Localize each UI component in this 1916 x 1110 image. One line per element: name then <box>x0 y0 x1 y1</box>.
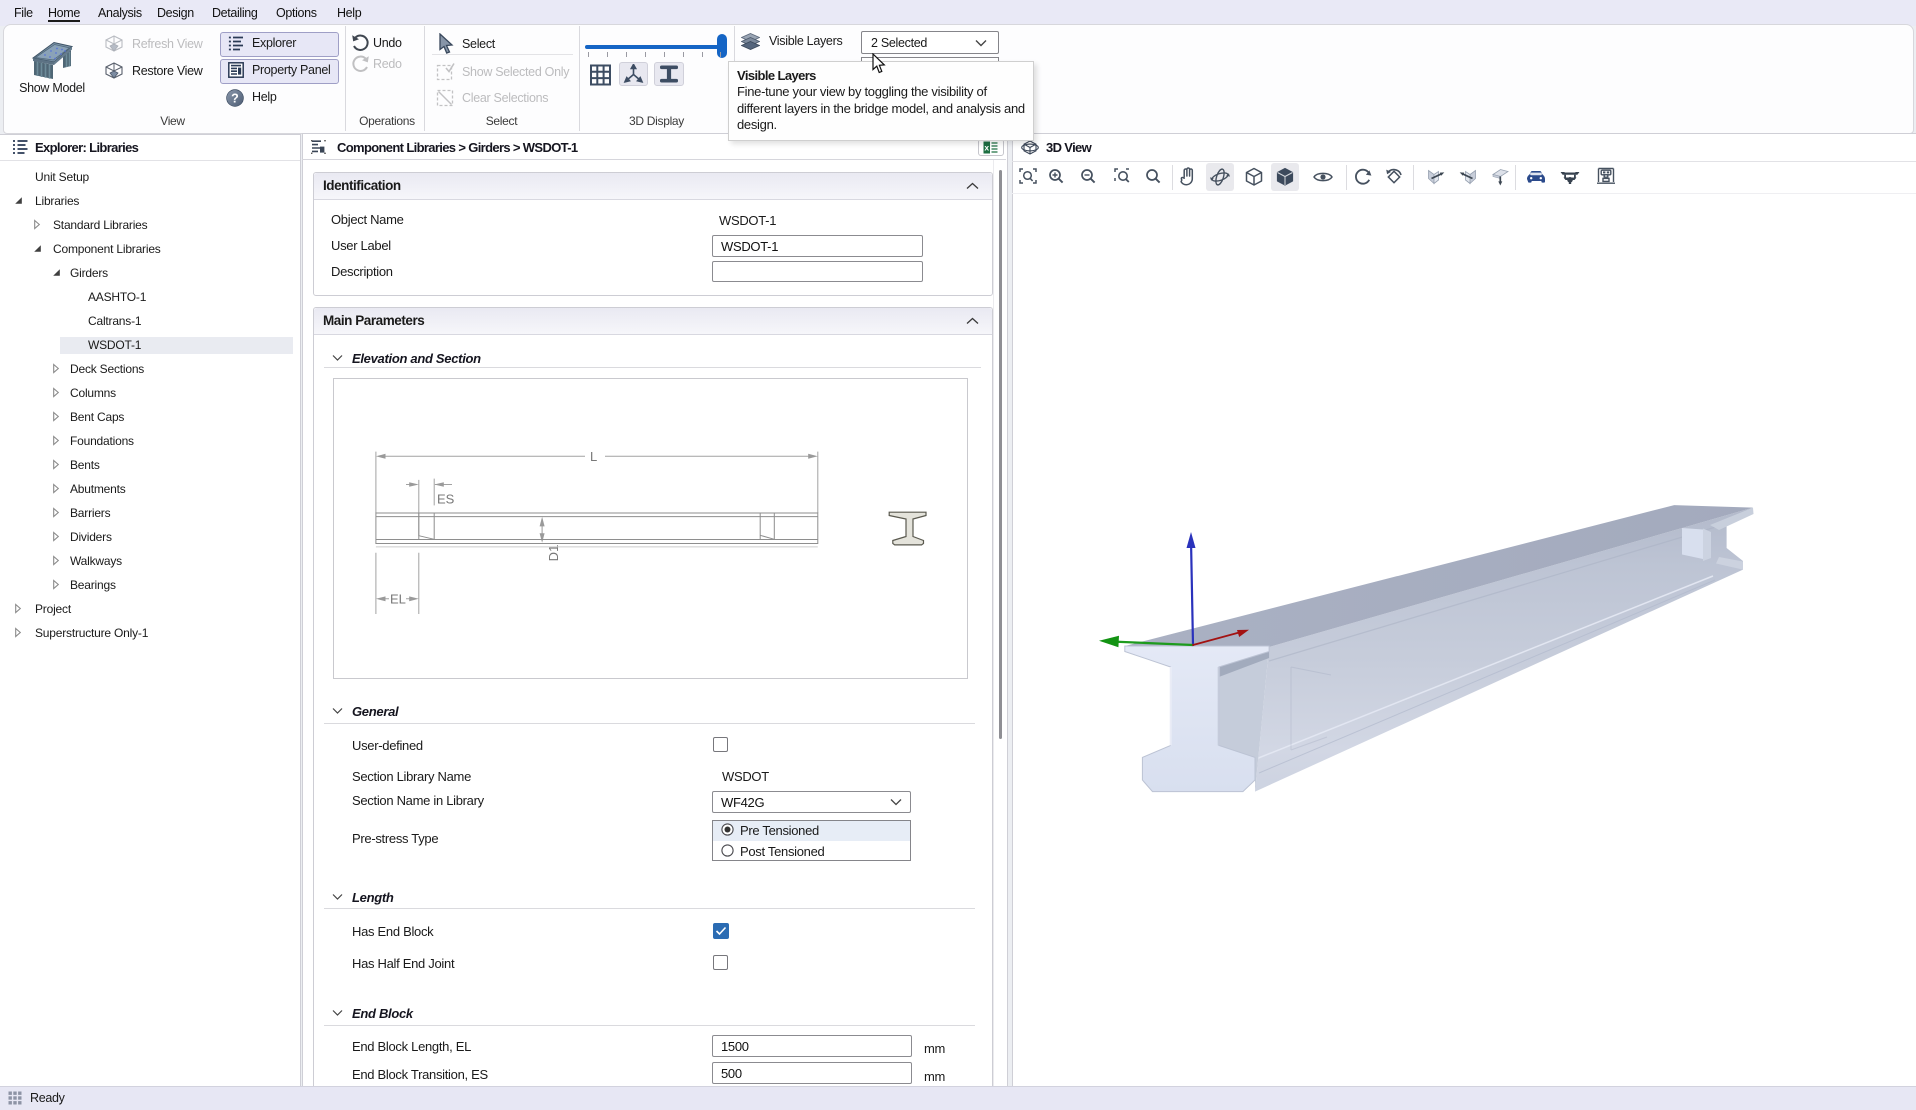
svg-text:L: L <box>590 449 597 464</box>
svg-text:EL: EL <box>390 592 406 607</box>
svg-text:ES: ES <box>437 492 455 507</box>
svg-text:x: x <box>984 143 989 153</box>
svg-text:?: ? <box>231 91 239 105</box>
